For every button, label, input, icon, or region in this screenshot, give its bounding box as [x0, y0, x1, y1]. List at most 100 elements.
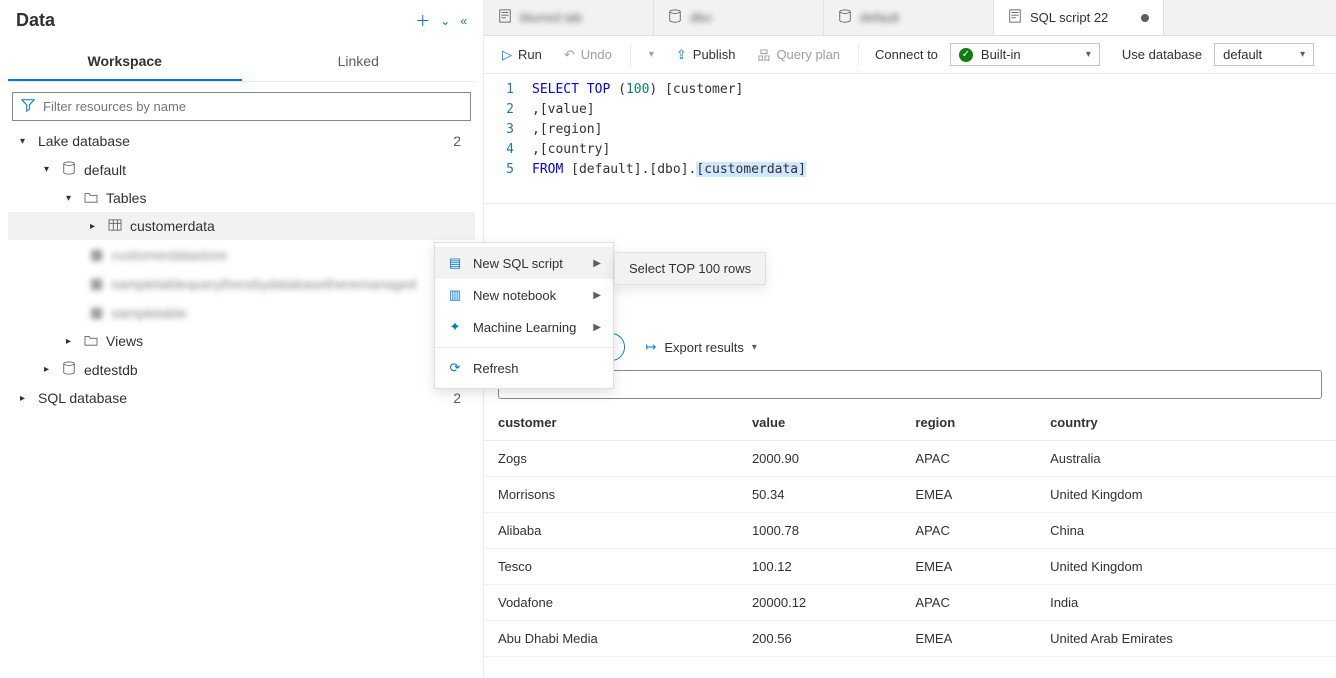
col-country[interactable]: country	[1036, 405, 1336, 441]
pool-name: Built-in	[981, 47, 1021, 62]
node-label: sampletable	[111, 305, 187, 321]
table-icon: ▦	[90, 275, 103, 292]
results-search-input[interactable]	[531, 377, 1311, 392]
results-search[interactable]	[498, 370, 1322, 399]
sql-editor[interactable]: 12345 SELECT TOP (100) [customer] ,[valu…	[484, 74, 1336, 204]
context-menu: ▤ New SQL script ▶ ▥ New notebook ▶ ✦ Ma…	[434, 242, 614, 389]
col-value[interactable]: value	[738, 405, 901, 441]
node-tables[interactable]: ▾ Tables	[8, 184, 475, 212]
export-results-button[interactable]: ↦ Export results ▾	[645, 339, 756, 355]
cell-country: United Kingdom	[1036, 477, 1336, 513]
database-select[interactable]: default ▾	[1214, 43, 1314, 66]
data-sidebar: Data ＋ ⌄ « Workspace Linked ▾ Lake datab…	[0, 0, 484, 678]
cell-country: Australia	[1036, 441, 1336, 477]
toolbar-dropdown[interactable]: ▾	[641, 45, 662, 64]
cell-region: APAC	[901, 513, 1036, 549]
editor-tab-bar: blurred tab dbo default SQL script 22	[484, 0, 1336, 36]
editor-toolbar: ▷Run ↶Undo ▾ ⇪Publish 品Query plan Connec…	[484, 36, 1336, 74]
cell-country: United Kingdom	[1036, 549, 1336, 585]
caret-right-icon: ▸	[44, 364, 54, 375]
script-icon	[1008, 9, 1022, 26]
submenu-arrow-icon: ▶	[593, 322, 601, 333]
filter-input[interactable]	[43, 99, 462, 114]
node-edtestdb[interactable]: ▸ edtestdb	[8, 355, 475, 384]
undo-button[interactable]: ↶Undo	[556, 43, 620, 67]
tab-workspace[interactable]: Workspace	[8, 43, 242, 81]
table-row[interactable]: Morrisons50.34EMEAUnited Kingdom	[484, 477, 1336, 513]
run-button[interactable]: ▷Run	[494, 43, 550, 67]
code-area[interactable]: SELECT TOP (100) [customer] ,[value] ,[r…	[524, 74, 806, 203]
node-label: Lake database	[38, 133, 130, 149]
ctx-new-sql-script[interactable]: ▤ New SQL script ▶	[435, 247, 613, 279]
filter-input-wrapper[interactable]	[12, 92, 471, 121]
tab-label: SQL script 22	[1030, 10, 1108, 25]
tab-label: dbo	[690, 10, 712, 25]
node-label: Views	[106, 333, 143, 349]
line-gutter: 12345	[484, 74, 524, 203]
publish-button[interactable]: ⇪Publish	[668, 43, 744, 67]
cell-country: India	[1036, 585, 1336, 621]
query-plan-button[interactable]: 品Query plan	[749, 41, 848, 68]
separator	[630, 44, 631, 66]
col-region[interactable]: region	[901, 405, 1036, 441]
table-row[interactable]: Alibaba1000.78APACChina	[484, 513, 1336, 549]
caret-right-icon: ▸	[66, 336, 76, 347]
tab-linked[interactable]: Linked	[242, 43, 476, 81]
cell-customer: Morrisons	[484, 477, 738, 513]
node-label: customerdata	[130, 218, 215, 234]
cell-region: APAC	[901, 441, 1036, 477]
cell-value: 20000.12	[738, 585, 901, 621]
chevron-down-icon: ▾	[1300, 49, 1305, 60]
node-table-blurred[interactable]: ▦ customerdatastore	[8, 240, 475, 269]
cell-customer: Tesco	[484, 549, 738, 585]
node-table-customerdata[interactable]: ▸ customerdata	[8, 212, 475, 240]
caret-right-icon: ▸	[90, 221, 100, 232]
results-grid[interactable]: customer value region country Zogs2000.9…	[484, 405, 1336, 678]
sidebar-title: Data	[16, 10, 55, 31]
table-icon: ▦	[90, 246, 103, 263]
ctx-machine-learning[interactable]: ✦ Machine Learning ▶	[435, 311, 613, 343]
collapse-panel-icon[interactable]: «	[460, 14, 467, 28]
table-row[interactable]: Zogs2000.90APACAustralia	[484, 441, 1336, 477]
ctx-new-notebook[interactable]: ▥ New notebook ▶	[435, 279, 613, 311]
caret-down-icon: ▾	[20, 136, 30, 147]
context-submenu-top100[interactable]: Select TOP 100 rows	[614, 252, 766, 285]
node-label: sampletablequerytherebydatabasetheremana…	[111, 276, 416, 292]
cell-country: United Arab Emirates	[1036, 621, 1336, 657]
cell-customer: Alibaba	[484, 513, 738, 549]
node-table-blurred[interactable]: ▦ sampletablequerytherebydatabasetherema…	[8, 269, 475, 298]
node-label: default	[84, 162, 126, 178]
folder-icon	[84, 333, 98, 349]
submenu-arrow-icon: ▶	[593, 258, 601, 269]
ctx-refresh[interactable]: ⟳ Refresh	[435, 352, 613, 384]
use-db-label: Use database	[1116, 47, 1208, 62]
editor-tab[interactable]: blurred tab	[484, 0, 654, 35]
db-name: default	[1223, 47, 1262, 62]
editor-tab[interactable]: default	[824, 0, 994, 35]
node-lake-database[interactable]: ▾ Lake database 2	[8, 127, 475, 155]
pool-select[interactable]: ✓ Built-in ▾	[950, 43, 1100, 66]
chevron-down-icon: ▾	[1086, 49, 1091, 60]
separator	[435, 347, 613, 348]
editor-tab-active[interactable]: SQL script 22	[994, 0, 1164, 35]
database-icon	[62, 361, 76, 378]
col-customer[interactable]: customer	[484, 405, 738, 441]
submenu-arrow-icon: ▶	[593, 290, 601, 301]
cell-value: 100.12	[738, 549, 901, 585]
node-table-blurred[interactable]: ▦ sampletable	[8, 298, 475, 327]
node-label: Tables	[106, 190, 146, 206]
cell-region: APAC	[901, 585, 1036, 621]
node-count: 2	[453, 390, 467, 406]
table-row[interactable]: Abu Dhabi Media200.56EMEAUnited Arab Emi…	[484, 621, 1336, 657]
node-default-db[interactable]: ▾ default	[8, 155, 475, 184]
table-row[interactable]: Tesco100.12EMEAUnited Kingdom	[484, 549, 1336, 585]
expand-down-icon[interactable]: ⌄	[440, 14, 450, 28]
table-row[interactable]: Vodafone20000.12APACIndia	[484, 585, 1336, 621]
add-icon[interactable]: ＋	[415, 10, 430, 31]
upload-icon: ⇪	[676, 47, 687, 63]
editor-tab[interactable]: dbo	[654, 0, 824, 35]
node-sql-database[interactable]: ▸ SQL database 2	[8, 384, 475, 412]
caret-down-icon: ▾	[66, 193, 76, 204]
plan-icon: 品	[757, 45, 770, 64]
node-views[interactable]: ▸ Views	[8, 327, 475, 355]
